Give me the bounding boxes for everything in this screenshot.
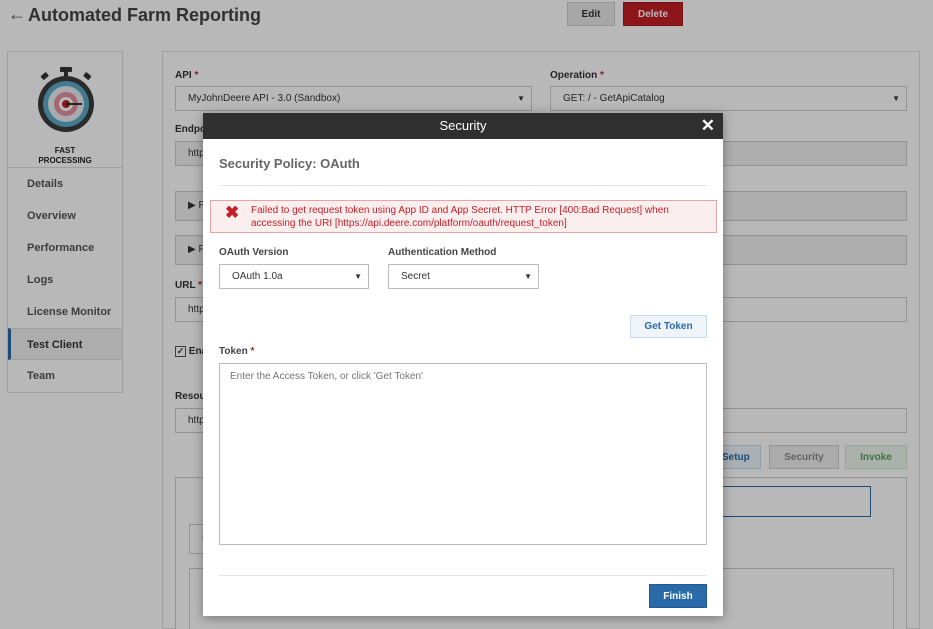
modal-title: Security <box>439 118 487 133</box>
auth-method-label: Authentication Method <box>388 247 497 258</box>
get-token-button[interactable]: Get Token <box>630 315 707 338</box>
chevron-down-icon: ▼ <box>354 272 362 281</box>
token-label: Token * <box>219 346 255 357</box>
finish-button[interactable]: Finish <box>649 584 707 608</box>
divider <box>219 575 707 576</box>
error-alert: ✖ Failed to get request token using App … <box>210 200 717 233</box>
close-icon[interactable]: ✕ <box>701 113 715 138</box>
error-message: Failed to get request token using App ID… <box>251 205 669 229</box>
security-modal: Security ✕ Security Policy: OAuth ✖ Fail… <box>203 113 723 616</box>
modal-header: Security ✕ <box>203 113 723 139</box>
policy-title: Security Policy: OAuth <box>219 156 360 171</box>
chevron-down-icon: ▼ <box>524 272 532 281</box>
oauth-version-select[interactable]: OAuth 1.0a ▼ <box>219 264 369 289</box>
error-x-icon: ✖ <box>225 203 240 222</box>
divider <box>219 185 707 186</box>
token-input[interactable] <box>219 363 707 545</box>
oauth-version-label: OAuth Version <box>219 247 289 258</box>
auth-method-select[interactable]: Secret ▼ <box>388 264 539 289</box>
